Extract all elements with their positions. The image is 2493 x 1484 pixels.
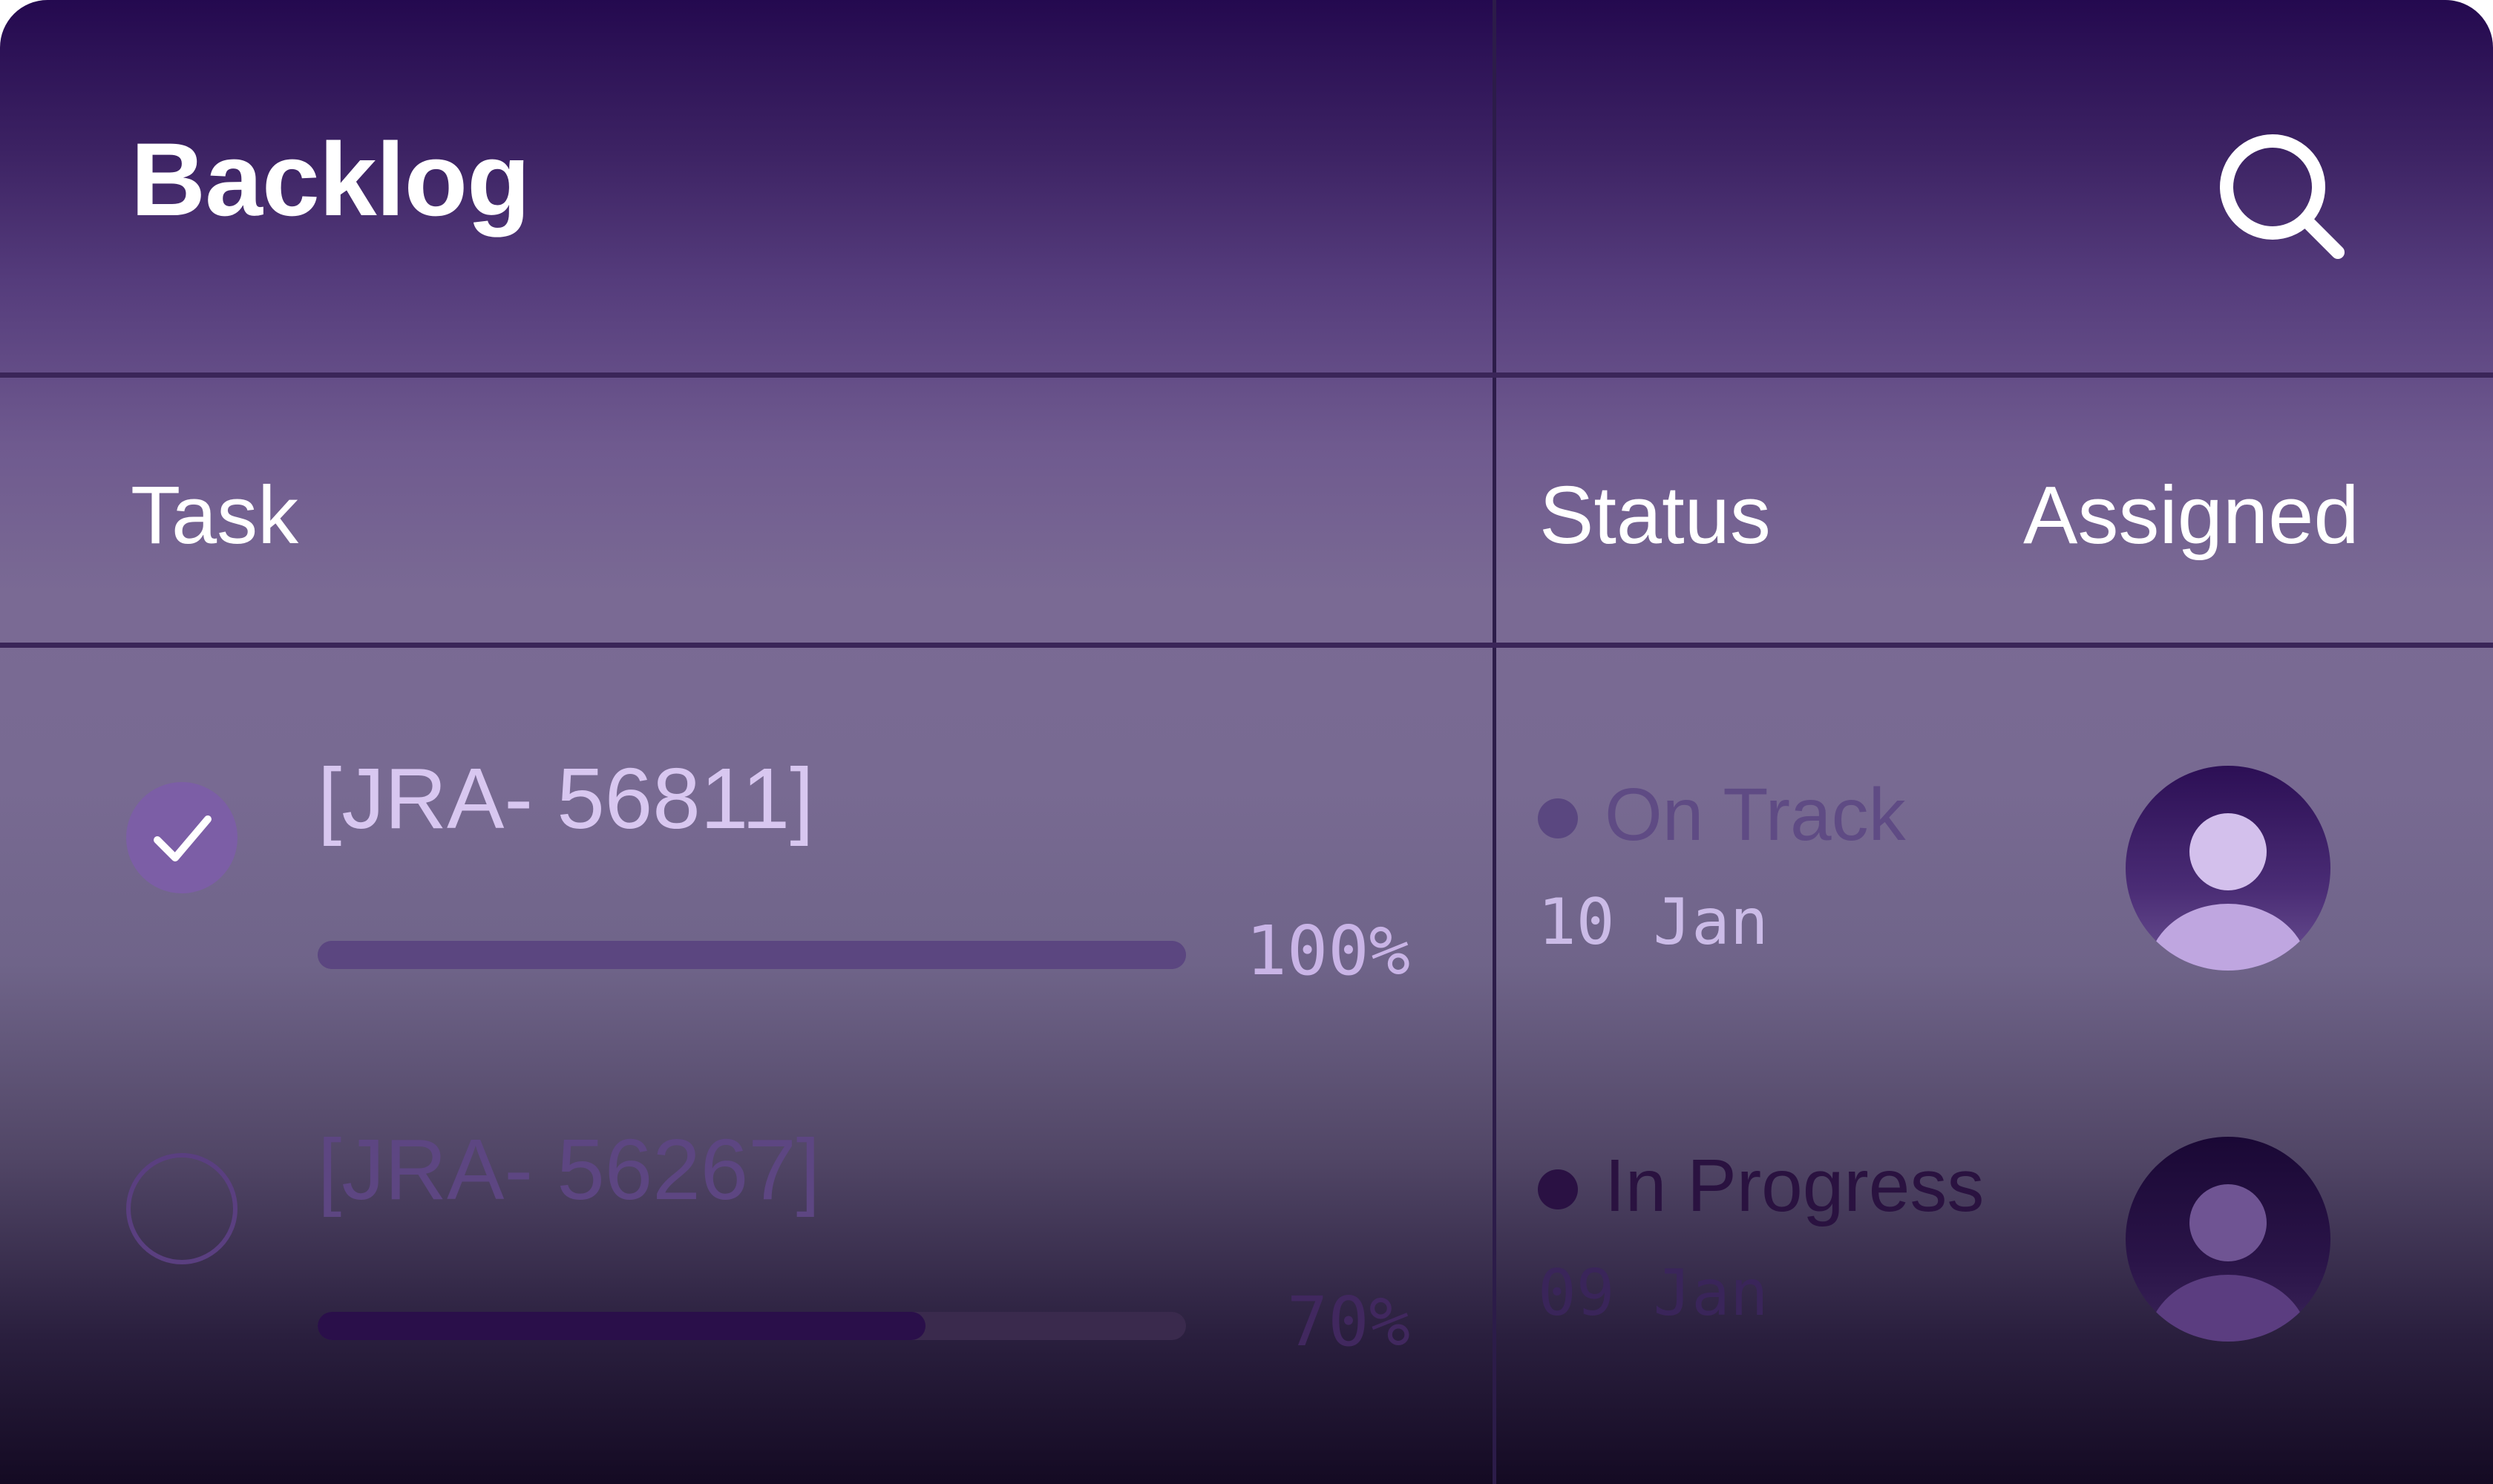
- column-header-assigned[interactable]: Assigned: [2023, 475, 2359, 556]
- table-row[interactable]: [JRA- 56267] 70% In Progress 09 Jan: [0, 1113, 2493, 1469]
- search-icon: [2220, 134, 2345, 259]
- assignee-avatar[interactable]: [2126, 1137, 2330, 1342]
- progress-fill: [318, 941, 1186, 969]
- page-title: Backlog: [131, 121, 531, 237]
- status-dot: [1538, 1169, 1578, 1209]
- task-id[interactable]: [JRA- 56811]: [318, 755, 813, 841]
- task-checkbox[interactable]: [126, 782, 237, 893]
- progress-percent: 100%: [1245, 911, 1410, 991]
- assignee-avatar[interactable]: [2126, 766, 2330, 971]
- status-dot: [1538, 798, 1578, 838]
- due-date: 10 Jan: [1538, 885, 1769, 959]
- avatar-body: [2148, 904, 2308, 971]
- column-header-status[interactable]: Status: [1539, 475, 1771, 556]
- column-header-divider: [0, 643, 2493, 648]
- progress-percent: 70%: [1286, 1282, 1410, 1362]
- avatar-body: [2148, 1275, 2308, 1342]
- backlog-panel: Backlog Task Status Assigned [JRA- 56811…: [0, 0, 2493, 1484]
- status-label: On Track: [1605, 773, 1906, 856]
- checkmark-icon: [154, 815, 212, 861]
- task-id[interactable]: [JRA- 56267]: [318, 1126, 820, 1212]
- header-divider: [0, 372, 2493, 378]
- table-row[interactable]: [JRA- 56811] 100% On Track 10 Jan: [0, 742, 2493, 1098]
- column-header-task[interactable]: Task: [131, 475, 298, 556]
- search-button[interactable]: [2212, 126, 2360, 275]
- avatar-head: [2189, 813, 2267, 890]
- progress-bar: [318, 941, 1186, 969]
- task-checkbox[interactable]: [126, 1153, 237, 1264]
- due-date: 09 Jan: [1538, 1256, 1769, 1330]
- progress-fill: [318, 1312, 926, 1340]
- avatar-head: [2189, 1184, 2267, 1261]
- status-label: In Progress: [1605, 1144, 1985, 1227]
- progress-bar: [318, 1312, 1186, 1340]
